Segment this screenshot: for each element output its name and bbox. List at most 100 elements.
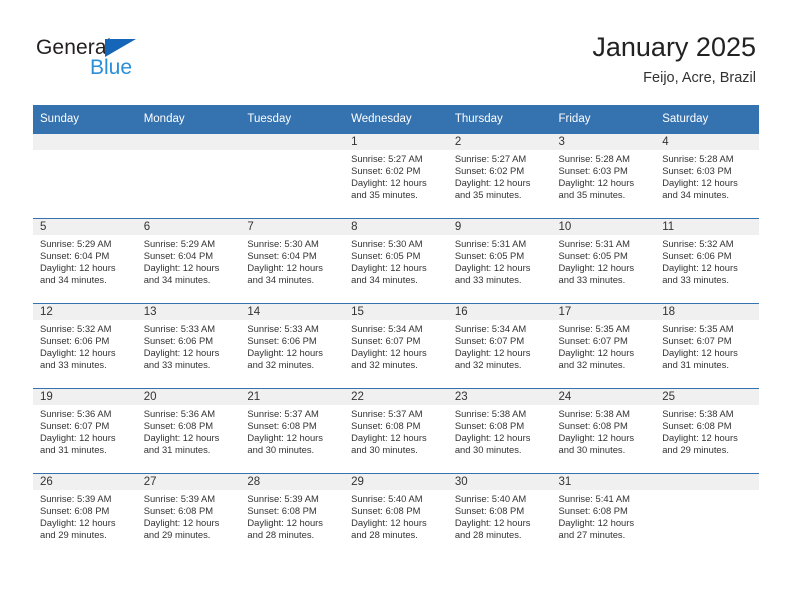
- day-detail-line: Sunrise: 5:35 AM: [662, 323, 734, 334]
- day-sun-details: Sunrise: 5:30 AM Sunset: 6:04 PM Daylight:…: [240, 235, 344, 286]
- day-detail-line: Sunset: 6:05 PM: [454, 249, 525, 261]
- calendar-day-cell[interactable]: 31 Sunrise: 5:41 AM Sunset: 6:08 PM Dayligh…: [551, 473, 656, 558]
- day-detail-line: and 31 minutes.: [40, 443, 107, 455]
- day-cell-inner: 13 Sunrise: 5:33 AM Sunset: 6:06 PM Dayligh…: [136, 304, 241, 388]
- day-detail-line: and 34 minutes.: [247, 273, 315, 285]
- calendar-day-cell[interactable]: 9 Sunrise: 5:31 AM Sunset: 6:05 PM Daylight…: [447, 218, 552, 304]
- calendar-day-cell[interactable]: 1 Sunrise: 5:27 AM Sunset: 6:02 PM Daylight…: [344, 133, 448, 219]
- calendar-day-cell[interactable]: 11 Sunrise: 5:32 AM Sunset: 6:06 PM Dayligh…: [655, 218, 759, 304]
- day-detail-line: Sunrise: 5:31 AM: [454, 238, 527, 249]
- weekday-header-sunday: Sunday: [33, 105, 137, 134]
- calendar-day-cell[interactable]: [240, 133, 345, 219]
- calendar-day-cell[interactable]: 26 Sunrise: 5:39 AM Sunset: 6:08 PM Dayligh…: [33, 473, 137, 558]
- calendar-day-cell[interactable]: 16 Sunrise: 5:34 AM Sunset: 6:07 PM Dayligh…: [447, 303, 552, 389]
- calendar-day-cell[interactable]: [136, 133, 241, 219]
- day-detail-line: and 35 minutes.: [454, 188, 522, 200]
- day-sun-details: [137, 150, 241, 153]
- day-sun-details: Sunrise: 5:31 AM Sunset: 6:05 PM Daylight:…: [448, 235, 552, 286]
- day-detail-line: Sunrise: 5:36 AM: [143, 408, 216, 419]
- calendar-day-cell[interactable]: 3 Sunrise: 5:28 AM Sunset: 6:03 PM Daylight…: [551, 133, 656, 219]
- calendar-day-cell[interactable]: 20 Sunrise: 5:36 AM Sunset: 6:08 PM Dayligh…: [136, 388, 241, 474]
- day-detail-line: and 31 minutes.: [143, 443, 211, 455]
- day-number: 12: [33, 304, 137, 320]
- day-sun-details: Sunrise: 5:39 AM Sunset: 6:08 PM Daylight:…: [240, 490, 344, 541]
- day-detail-line: Sunset: 6:08 PM: [40, 504, 110, 516]
- calendar-day-cell[interactable]: 27 Sunrise: 5:39 AM Sunset: 6:08 PM Dayligh…: [136, 473, 241, 558]
- calendar-day-cell[interactable]: 14 Sunrise: 5:33 AM Sunset: 6:06 PM Dayligh…: [240, 303, 345, 389]
- calendar-day-cell[interactable]: 10 Sunrise: 5:31 AM Sunset: 6:05 PM Dayligh…: [551, 218, 656, 304]
- day-sun-details: Sunrise: 5:38 AM Sunset: 6:08 PM Daylight:…: [448, 405, 552, 456]
- location-subtitle: Feijo, Acre, Brazil: [643, 70, 756, 86]
- day-number: 13: [136, 304, 241, 320]
- day-detail-line: Sunset: 6:08 PM: [143, 419, 214, 431]
- day-sun-details: Sunrise: 5:40 AM Sunset: 6:08 PM Daylight:…: [344, 490, 448, 541]
- calendar-day-cell[interactable]: 22 Sunrise: 5:37 AM Sunset: 6:08 PM Dayligh…: [344, 388, 448, 474]
- day-number: 1: [344, 134, 448, 150]
- calendar-week-row: 5 Sunrise: 5:29 AM Sunset: 6:04 PM Daylight…: [33, 218, 759, 304]
- day-detail-line: and 35 minutes.: [558, 188, 626, 200]
- day-cell-inner: [136, 134, 241, 218]
- day-detail-line: Sunrise: 5:29 AM: [143, 238, 216, 249]
- day-detail-line: Daylight: 12 hours: [40, 261, 116, 273]
- calendar-day-cell[interactable]: 28 Sunrise: 5:39 AM Sunset: 6:08 PM Dayligh…: [240, 473, 345, 558]
- day-detail-line: Daylight: 12 hours: [143, 516, 220, 528]
- calendar-day-cell[interactable]: 30 Sunrise: 5:40 AM Sunset: 6:08 PM Dayligh…: [447, 473, 552, 558]
- day-detail-line: Sunrise: 5:39 AM: [247, 493, 319, 504]
- calendar-table: Sunday Monday Tuesday Wednesday Thursday Frid…: [33, 105, 759, 558]
- day-number: 16: [447, 304, 552, 320]
- day-number: 5: [33, 219, 137, 235]
- day-detail-line: Daylight: 12 hours: [247, 516, 323, 528]
- day-sun-details: Sunrise: 5:38 AM Sunset: 6:08 PM Daylight:…: [655, 405, 759, 456]
- calendar-day-cell[interactable]: 25 Sunrise: 5:38 AM Sunset: 6:08 PM Dayligh…: [655, 388, 759, 474]
- day-detail-line: Sunrise: 5:34 AM: [351, 323, 423, 334]
- day-detail-line: Sunset: 6:08 PM: [143, 504, 214, 516]
- day-number: 17: [551, 304, 656, 320]
- day-detail-line: Sunset: 6:06 PM: [247, 334, 317, 346]
- day-sun-details: Sunrise: 5:29 AM Sunset: 6:04 PM Daylight:…: [33, 235, 137, 286]
- calendar-day-cell[interactable]: 2 Sunrise: 5:27 AM Sunset: 6:02 PM Daylight…: [447, 133, 552, 219]
- calendar-day-cell[interactable]: 19 Sunrise: 5:36 AM Sunset: 6:07 PM Dayligh…: [33, 388, 137, 474]
- calendar-day-cell[interactable]: 8 Sunrise: 5:30 AM Sunset: 6:05 PM Daylight…: [344, 218, 448, 304]
- calendar-day-cell[interactable]: 18 Sunrise: 5:35 AM Sunset: 6:07 PM Dayligh…: [655, 303, 759, 389]
- day-detail-line: Sunrise: 5:31 AM: [558, 238, 630, 249]
- calendar-day-cell[interactable]: 29 Sunrise: 5:40 AM Sunset: 6:08 PM Dayligh…: [344, 473, 448, 558]
- calendar-week-row: 19 Sunrise: 5:36 AM Sunset: 6:07 PM Dayligh…: [33, 388, 759, 474]
- day-detail-line: Daylight: 12 hours: [454, 176, 531, 188]
- calendar-day-cell[interactable]: 7 Sunrise: 5:30 AM Sunset: 6:04 PM Daylight…: [240, 218, 345, 304]
- calendar-day-cell[interactable]: 5 Sunrise: 5:29 AM Sunset: 6:04 PM Daylight…: [33, 218, 137, 304]
- weekday-header-monday: Monday: [136, 105, 241, 134]
- day-detail-line: Sunset: 6:04 PM: [40, 249, 110, 261]
- calendar-day-cell[interactable]: 23 Sunrise: 5:38 AM Sunset: 6:08 PM Dayligh…: [447, 388, 552, 474]
- calendar-day-cell[interactable]: 24 Sunrise: 5:38 AM Sunset: 6:08 PM Dayligh…: [551, 388, 656, 474]
- day-cell-inner: 25 Sunrise: 5:38 AM Sunset: 6:08 PM Dayligh…: [655, 389, 759, 473]
- calendar-day-cell[interactable]: 13 Sunrise: 5:33 AM Sunset: 6:06 PM Dayligh…: [136, 303, 241, 389]
- day-cell-inner: 2 Sunrise: 5:27 AM Sunset: 6:02 PM Daylight…: [447, 134, 552, 218]
- day-sun-details: Sunrise: 5:28 AM Sunset: 6:03 PM Daylight:…: [552, 150, 656, 201]
- calendar-day-cell[interactable]: 15 Sunrise: 5:34 AM Sunset: 6:07 PM Dayligh…: [344, 303, 448, 389]
- day-detail-line: Daylight: 12 hours: [454, 431, 531, 443]
- day-number: 10: [551, 219, 656, 235]
- day-cell-inner: 24 Sunrise: 5:38 AM Sunset: 6:08 PM Dayligh…: [551, 389, 656, 473]
- day-sun-details: Sunrise: 5:34 AM Sunset: 6:07 PM Daylight:…: [448, 320, 552, 371]
- calendar-day-cell[interactable]: 17 Sunrise: 5:35 AM Sunset: 6:07 PM Dayligh…: [551, 303, 656, 389]
- day-cell-inner: 11 Sunrise: 5:32 AM Sunset: 6:06 PM Dayligh…: [655, 219, 759, 303]
- day-detail-line: Sunrise: 5:30 AM: [351, 238, 423, 249]
- day-sun-details: Sunrise: 5:35 AM Sunset: 6:07 PM Daylight:…: [655, 320, 759, 371]
- day-detail-line: Daylight: 12 hours: [247, 431, 323, 443]
- calendar-day-cell[interactable]: 21 Sunrise: 5:37 AM Sunset: 6:08 PM Dayligh…: [240, 388, 345, 474]
- day-cell-inner: 18 Sunrise: 5:35 AM Sunset: 6:07 PM Dayligh…: [655, 304, 759, 388]
- day-detail-line: Daylight: 12 hours: [247, 346, 323, 358]
- calendar-day-cell[interactable]: [33, 133, 137, 219]
- day-detail-line: and 27 minutes.: [558, 528, 626, 540]
- calendar-day-cell[interactable]: 4 Sunrise: 5:28 AM Sunset: 6:03 PM Daylight…: [655, 133, 759, 219]
- day-sun-details: Sunrise: 5:39 AM Sunset: 6:08 PM Daylight:…: [137, 490, 241, 541]
- day-detail-line: Sunrise: 5:28 AM: [558, 153, 630, 164]
- calendar-day-cell[interactable]: 12 Sunrise: 5:32 AM Sunset: 6:06 PM Dayligh…: [33, 303, 137, 389]
- day-detail-line: Sunset: 6:06 PM: [40, 334, 110, 346]
- calendar-day-cell[interactable]: 6 Sunrise: 5:29 AM Sunset: 6:04 PM Daylight…: [136, 218, 241, 304]
- calendar-day-cell[interactable]: [655, 473, 759, 558]
- day-detail-line: Sunrise: 5:38 AM: [558, 408, 630, 419]
- day-detail-line: Sunset: 6:08 PM: [247, 419, 317, 431]
- day-detail-line: Daylight: 12 hours: [662, 176, 738, 188]
- day-detail-line: Sunset: 6:03 PM: [662, 164, 732, 176]
